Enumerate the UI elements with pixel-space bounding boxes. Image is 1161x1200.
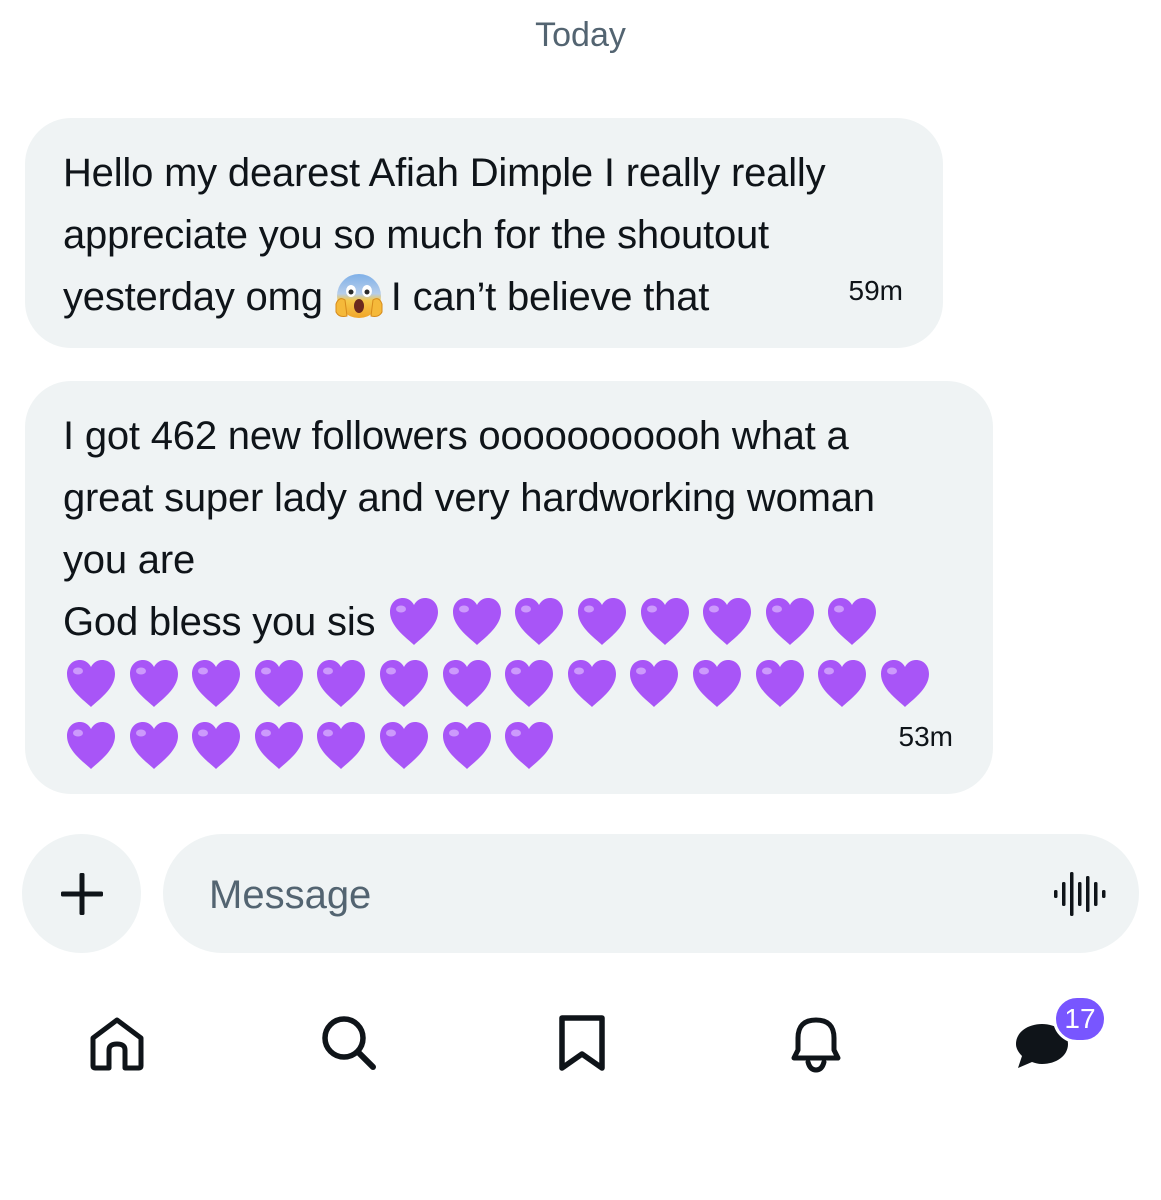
purple-heart-emoji-icon bbox=[828, 598, 877, 645]
bell-icon[interactable] bbox=[784, 1010, 848, 1074]
purple-heart-emoji-icon bbox=[192, 660, 241, 707]
emoji-run bbox=[386, 598, 887, 645]
purple-heart-emoji-icon bbox=[630, 660, 679, 707]
purple-heart-emoji-icon bbox=[452, 598, 501, 645]
plus-icon bbox=[60, 872, 103, 915]
purple-heart-emoji-icon bbox=[818, 660, 867, 707]
message-input[interactable] bbox=[207, 864, 991, 926]
purple-heart-emoji-icon bbox=[515, 598, 564, 645]
messages-unread-badge: 17 bbox=[1053, 995, 1107, 1043]
purple-heart-emoji-icon bbox=[442, 722, 491, 769]
purple-heart-emoji-icon bbox=[129, 722, 178, 769]
message-text: I got 462 new followers ooooooooooh what… bbox=[63, 405, 953, 653]
emoji-rows bbox=[63, 653, 939, 777]
home-icon[interactable] bbox=[85, 1010, 149, 1074]
purple-heart-emoji-icon bbox=[192, 722, 241, 769]
purple-heart-emoji-icon bbox=[640, 598, 689, 645]
message-text: Hello my dearest Afiah Dimple I really r… bbox=[63, 142, 903, 328]
message-composer[interactable] bbox=[163, 834, 1139, 953]
purple-heart-emoji-icon bbox=[765, 598, 814, 645]
purple-heart-emoji-icon bbox=[67, 660, 115, 707]
purple-heart-emoji-icon bbox=[317, 722, 366, 769]
purple-heart-emoji-icon bbox=[578, 598, 627, 645]
purple-heart-emoji-icon bbox=[379, 722, 428, 769]
purple-heart-emoji-icon bbox=[317, 660, 366, 707]
purple-heart-emoji-icon bbox=[505, 722, 554, 769]
purple-heart-emoji-icon bbox=[755, 660, 804, 707]
purple-heart-emoji-icon bbox=[442, 660, 491, 707]
message-timestamp: 53m bbox=[898, 721, 953, 752]
message-bubble[interactable]: Hello my dearest Afiah Dimple I really r… bbox=[25, 118, 943, 348]
search-icon[interactable] bbox=[316, 1010, 380, 1074]
add-attachment-button[interactable] bbox=[22, 834, 141, 953]
message-bubble[interactable]: I got 462 new followers ooooooooooh what… bbox=[25, 381, 993, 794]
purple-heart-emoji-icon bbox=[254, 722, 303, 769]
purple-heart-emoji-icon bbox=[505, 660, 554, 707]
purple-heart-emoji-icon bbox=[880, 660, 929, 707]
purple-heart-emoji-icon bbox=[692, 660, 741, 707]
message-text-part: I can’t believe that bbox=[390, 275, 710, 319]
bottom-tab-bar bbox=[0, 1000, 1161, 1090]
purple-heart-emoji-icon bbox=[254, 660, 303, 707]
purple-heart-emoji-icon bbox=[390, 598, 439, 645]
voice-waveform-icon[interactable] bbox=[1053, 868, 1107, 920]
date-divider: Today bbox=[535, 16, 626, 54]
purple-heart-emoji-icon bbox=[129, 660, 178, 707]
purple-heart-emoji-icon bbox=[567, 660, 616, 707]
emoji-row bbox=[63, 653, 939, 715]
purple-heart-emoji-icon bbox=[703, 598, 752, 645]
screaming-face-emoji-icon bbox=[335, 274, 383, 318]
message-timestamp: 59m bbox=[848, 275, 903, 306]
bookmark-icon[interactable] bbox=[550, 1010, 614, 1074]
emoji-row bbox=[63, 715, 939, 777]
purple-heart-emoji-icon bbox=[379, 660, 428, 707]
purple-heart-emoji-icon bbox=[67, 722, 115, 769]
